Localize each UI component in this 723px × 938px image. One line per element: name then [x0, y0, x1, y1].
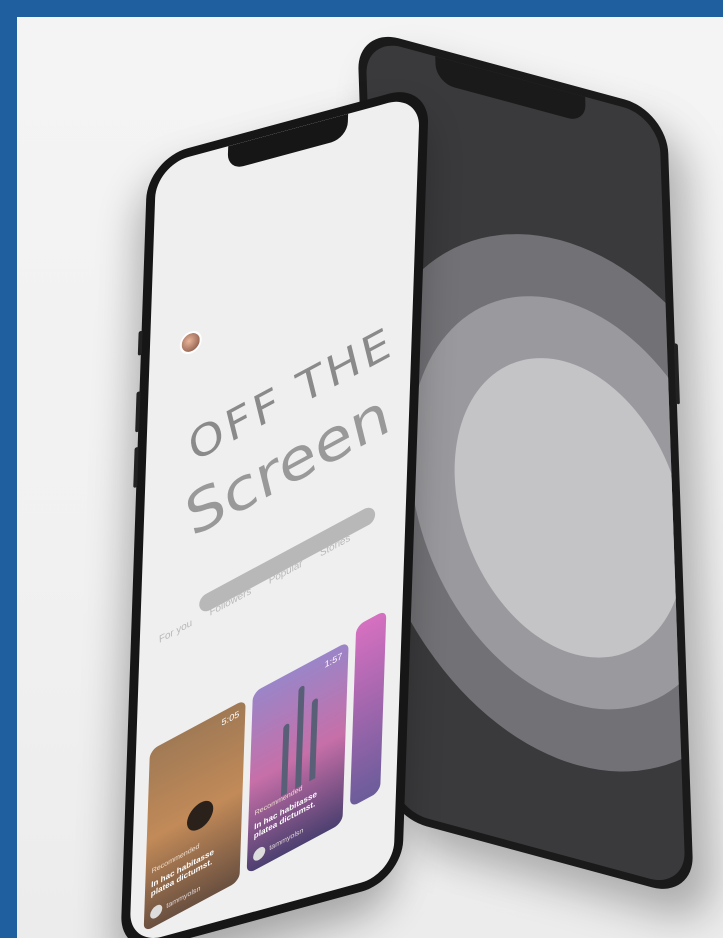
video-card-partial[interactable] — [349, 609, 387, 808]
avatar[interactable] — [179, 328, 203, 357]
app-screen: OFF THE Screen For you Followers Popular… — [129, 94, 421, 938]
mute-switch — [137, 330, 143, 356]
volume-down-button — [133, 446, 139, 489]
video-card[interactable]: 1:57 Recommended In hac habitasse platea… — [246, 641, 349, 875]
video-card[interactable]: 5:05 Recommended In hac habitasse platea… — [143, 699, 246, 933]
front-phone: OFF THE Screen For you Followers Popular… — [120, 82, 430, 938]
front-phone-notch — [227, 113, 349, 171]
card-username: tammyolsn — [166, 884, 201, 910]
user-avatar — [252, 844, 266, 864]
video-card-list: 5:05 Recommended In hac habitasse platea… — [136, 609, 404, 933]
video-duration: 1:57 — [324, 650, 343, 671]
mockup-canvas: OFF THE Screen For you Followers Popular… — [17, 17, 723, 938]
video-duration: 5:05 — [221, 708, 240, 728]
power-button — [673, 342, 680, 405]
card-username: tammyolsn — [269, 826, 304, 852]
card-thumbnail-minarets — [279, 675, 323, 798]
user-avatar — [149, 902, 163, 921]
card-thumbnail-figure — [186, 795, 214, 836]
back-phone-notch — [435, 56, 587, 124]
tab-for-you[interactable]: For you — [158, 618, 194, 646]
volume-up-button — [135, 391, 141, 433]
